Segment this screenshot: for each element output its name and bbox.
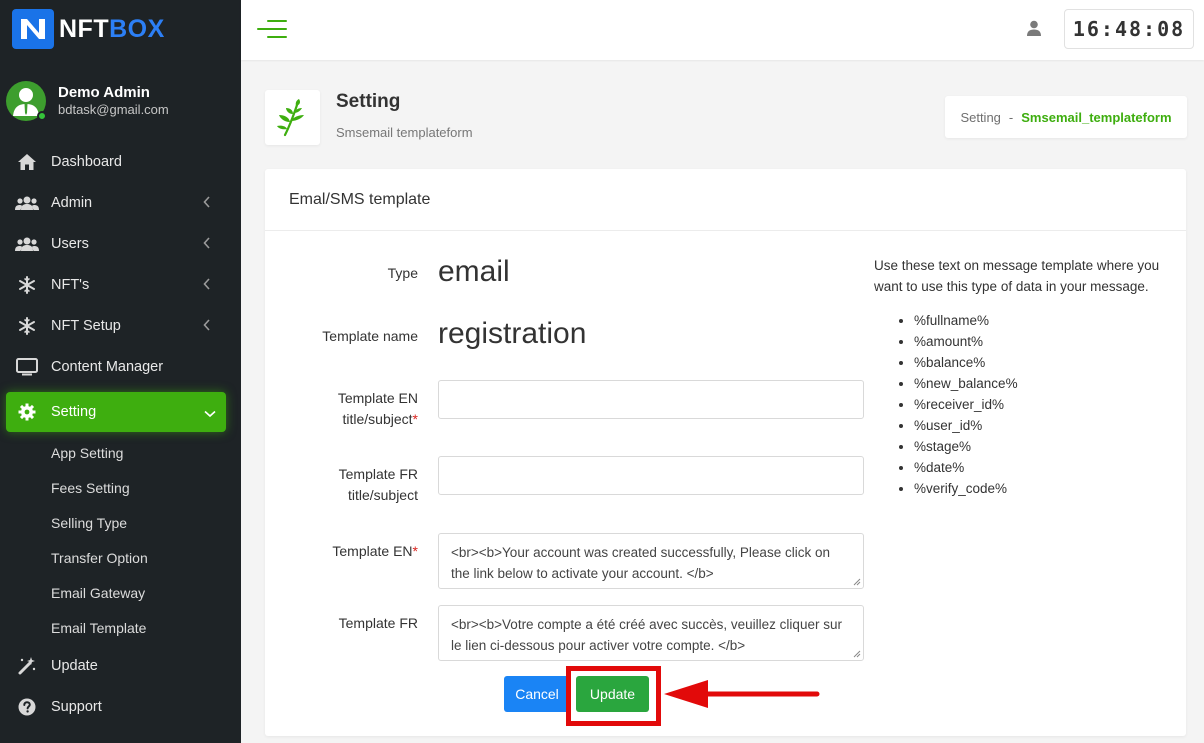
sidebar-item-label: Content Manager bbox=[51, 358, 164, 375]
avatar bbox=[6, 81, 47, 121]
topbar: 16:48:08 bbox=[241, 0, 1204, 60]
gear-icon bbox=[15, 402, 39, 422]
list-item: %date% bbox=[914, 457, 1164, 478]
template-name-value: registration bbox=[438, 317, 587, 350]
submenu-item-email-gateway[interactable]: Email Gateway bbox=[0, 575, 241, 610]
breadcrumb-current: Smsemail_templateform bbox=[1021, 109, 1172, 125]
sidebar-item-label: NFT Setup bbox=[51, 317, 121, 334]
user-name: Demo Admin bbox=[58, 84, 150, 101]
list-item: %amount% bbox=[914, 331, 1164, 352]
chevron-down-icon bbox=[204, 405, 216, 421]
logo-mark-icon bbox=[12, 9, 54, 49]
chevron-left-icon bbox=[203, 195, 211, 211]
required-mark: * bbox=[412, 411, 418, 427]
template-fr-textarea[interactable]: <br><b>Votre compte a été créé avec succ… bbox=[438, 605, 864, 661]
page-subtitle: Smsemail templateform bbox=[336, 125, 473, 140]
template-fr-label: Template FR bbox=[338, 615, 418, 631]
type-label: Type bbox=[387, 265, 418, 281]
leaf-icon bbox=[265, 90, 320, 145]
cancel-button[interactable]: Cancel bbox=[504, 676, 570, 712]
template-en-textarea[interactable]: <br><b>Your account was created successf… bbox=[438, 533, 864, 589]
chevron-left-icon bbox=[203, 277, 211, 293]
digital-clock: 16:48:08 bbox=[1064, 9, 1194, 49]
sidebar-item-label: NFT's bbox=[51, 276, 90, 293]
sidebar-item-label: Dashboard bbox=[51, 153, 122, 170]
page-title: Setting bbox=[336, 91, 401, 112]
sidebar-item-users[interactable]: Users bbox=[0, 223, 241, 264]
submenu-item-email-template[interactable]: Email Template bbox=[0, 610, 241, 645]
template-name-label: Template name bbox=[322, 328, 418, 344]
online-status-dot bbox=[37, 111, 47, 121]
annotation-arrow-icon bbox=[664, 680, 820, 708]
sidebar-item-label: Setting bbox=[51, 404, 97, 420]
list-item: %balance% bbox=[914, 352, 1164, 373]
template-form-card: Emal/SMS template Type email Template na… bbox=[265, 169, 1186, 736]
menu-toggle-icon[interactable] bbox=[257, 18, 287, 40]
sidebar-item-support[interactable]: Support bbox=[0, 686, 241, 727]
card-title: Emal/SMS template bbox=[265, 169, 1186, 231]
sidebar-menu: Dashboard Admin Users NFT's NFT Setup Co… bbox=[0, 141, 241, 727]
setting-submenu: App Setting Fees Setting Selling Type Tr… bbox=[0, 432, 241, 645]
title-fr-input[interactable] bbox=[438, 456, 864, 495]
help-intro: Use these text on message template where… bbox=[874, 258, 1160, 294]
title-en-input[interactable] bbox=[438, 380, 864, 419]
title-fr-label: Template FR title/subject bbox=[338, 466, 418, 503]
sidebar-item-nft-setup[interactable]: NFT Setup bbox=[0, 305, 241, 346]
users-icon bbox=[15, 234, 39, 254]
sidebar-item-content-manager[interactable]: Content Manager bbox=[0, 346, 241, 387]
submenu-item-fees-setting[interactable]: Fees Setting bbox=[0, 470, 241, 505]
chevron-left-icon bbox=[203, 318, 211, 334]
sidebar-item-dashboard[interactable]: Dashboard bbox=[0, 141, 241, 182]
monitor-icon bbox=[15, 357, 39, 377]
resize-handle-icon bbox=[853, 650, 861, 658]
template-en-label: Template EN* bbox=[332, 543, 418, 559]
sidebar-item-label: Update bbox=[51, 657, 98, 674]
breadcrumb-root[interactable]: Setting bbox=[960, 110, 1000, 125]
sidebar-item-setting[interactable]: Setting bbox=[6, 392, 226, 432]
sidebar: NFTBOX Demo Admin bdtask@gmail.com Dashb… bbox=[0, 0, 241, 743]
snowflake-icon bbox=[15, 316, 39, 336]
sidebar-item-nfts[interactable]: NFT's bbox=[0, 264, 241, 305]
breadcrumb: Setting - Smsemail_templateform bbox=[945, 96, 1187, 138]
type-value: email bbox=[438, 255, 510, 288]
placeholder-help: Use these text on message template where… bbox=[874, 255, 1164, 499]
sidebar-item-label: Admin bbox=[51, 194, 93, 211]
list-item: %verify_code% bbox=[914, 478, 1164, 499]
home-icon bbox=[15, 152, 39, 172]
variable-list: %fullname% %amount% %balance% %new_balan… bbox=[874, 310, 1164, 499]
breadcrumb-separator: - bbox=[1008, 109, 1014, 125]
user-email: bdtask@gmail.com bbox=[58, 102, 169, 117]
submenu-item-transfer-option[interactable]: Transfer Option bbox=[0, 540, 241, 575]
sidebar-item-admin[interactable]: Admin bbox=[0, 182, 241, 223]
resize-handle-icon bbox=[853, 578, 861, 586]
update-button[interactable]: Update bbox=[576, 676, 649, 712]
magic-wand-icon bbox=[15, 656, 39, 676]
chevron-left-icon bbox=[203, 236, 211, 252]
brand-name: NFTBOX bbox=[59, 14, 165, 43]
user-profile[interactable]: Demo Admin bdtask@gmail.com bbox=[6, 81, 169, 121]
snowflake-icon bbox=[15, 275, 39, 295]
users-icon bbox=[15, 193, 39, 213]
submenu-item-selling-type[interactable]: Selling Type bbox=[0, 505, 241, 540]
title-en-label: Template EN title/subject* bbox=[337, 390, 418, 427]
list-item: %stage% bbox=[914, 436, 1164, 457]
sidebar-item-label: Users bbox=[51, 235, 89, 252]
sidebar-item-update[interactable]: Update bbox=[0, 645, 241, 686]
submenu-item-app-setting[interactable]: App Setting bbox=[0, 435, 241, 470]
brand-logo[interactable]: NFTBOX bbox=[12, 8, 165, 50]
list-item: %receiver_id% bbox=[914, 394, 1164, 415]
sidebar-item-label: Support bbox=[51, 698, 102, 715]
required-mark: * bbox=[412, 543, 418, 559]
list-item: %new_balance% bbox=[914, 373, 1164, 394]
list-item: %user_id% bbox=[914, 415, 1164, 436]
question-circle-icon bbox=[15, 697, 39, 717]
list-item: %fullname% bbox=[914, 310, 1164, 331]
user-menu-icon[interactable] bbox=[1027, 20, 1041, 41]
